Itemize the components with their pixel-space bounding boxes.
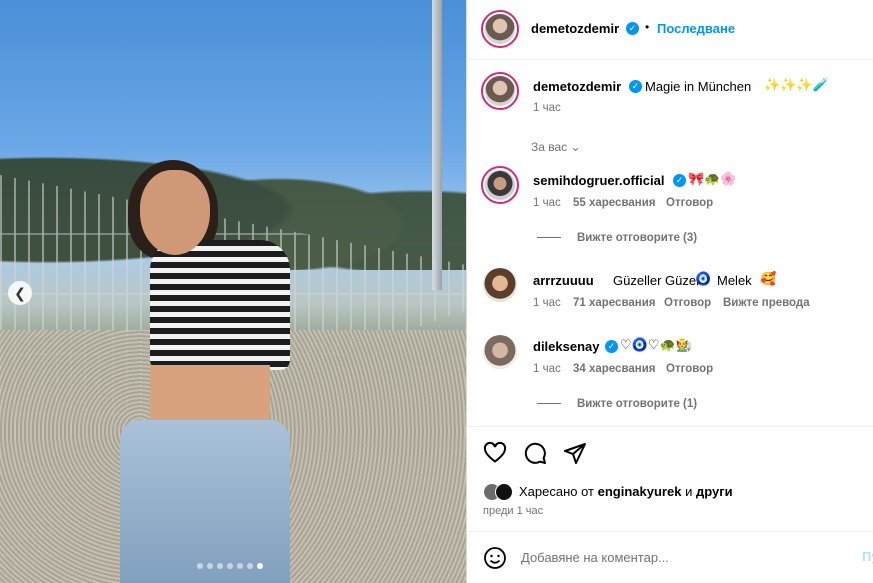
verified-badge-icon: ✓ xyxy=(673,174,686,187)
post-comment-button[interactable]: Пу xyxy=(862,549,873,564)
follow-button[interactable]: Последване xyxy=(657,21,735,36)
jeans xyxy=(120,420,290,583)
post-header: demetozdemir ✓ • Последване xyxy=(467,0,873,60)
comment-composer: Пу xyxy=(467,531,873,583)
comment-emoji: 🥰 xyxy=(760,272,777,287)
liker-avatar[interactable] xyxy=(495,483,513,501)
striped-top xyxy=(150,240,290,370)
light-pole xyxy=(432,0,442,290)
liked-by-others[interactable]: други xyxy=(696,484,733,499)
carousel-prev-button[interactable]: ❮ xyxy=(8,281,32,305)
comment-avatar[interactable] xyxy=(483,335,517,369)
comment-likes[interactable]: 34 харесвания xyxy=(573,363,655,375)
verified-badge-icon: ✓ xyxy=(605,340,618,353)
comment-input[interactable] xyxy=(521,546,841,568)
view-replies-label: Вижте отговорите (3) xyxy=(577,232,698,244)
carousel-dot xyxy=(237,563,243,569)
liked-by-prefix: Харесано от xyxy=(519,484,595,499)
verified-badge-icon: ✓ xyxy=(626,22,639,35)
author-username[interactable]: demetozdemir xyxy=(531,21,619,36)
comment-icon[interactable] xyxy=(523,441,547,465)
heart-icon[interactable] xyxy=(483,441,507,465)
comment-text: Güzeller Güzeli xyxy=(613,273,702,288)
chevron-down-icon: ⌄ xyxy=(570,140,581,154)
author-avatar[interactable] xyxy=(481,10,519,48)
verified-badge-icon: ✓ xyxy=(629,80,642,93)
carousel-indicator xyxy=(197,563,263,569)
separator-dot: • xyxy=(645,20,650,34)
comment-emoji: 🧿 xyxy=(695,272,712,287)
view-replies-label: Вижте отговорите (1) xyxy=(577,398,698,410)
comment-likes[interactable]: 71 харесвания xyxy=(573,297,655,309)
view-replies-button[interactable]: Вижте отговорите (3) xyxy=(537,232,697,244)
smiley-icon[interactable] xyxy=(483,546,507,570)
carousel-dot-active xyxy=(257,563,263,569)
comment-text: Melek xyxy=(717,273,752,288)
caption-username[interactable]: demetozdemir xyxy=(533,79,621,94)
person-head xyxy=(140,170,210,255)
liked-by-user[interactable]: enginakyurek xyxy=(598,484,682,499)
comments-filter[interactable]: За вас ⌄ xyxy=(531,140,581,154)
comment-reply-button[interactable]: Отговор xyxy=(664,297,711,309)
see-translation-button[interactable]: Вижте превода xyxy=(723,297,810,309)
carousel-dot xyxy=(247,563,253,569)
comment-likes[interactable]: 55 харесвания xyxy=(573,197,655,209)
comment-reply-button[interactable]: Отговор xyxy=(666,363,713,375)
liked-by-joiner: и xyxy=(685,484,693,499)
post-image[interactable]: ❮ xyxy=(0,0,466,583)
caption-emoji: ✨✨✨🧪 xyxy=(764,78,829,93)
comment-username[interactable]: arrrzuuuu xyxy=(533,273,594,288)
view-replies-button[interactable]: Вижте отговорите (1) xyxy=(537,398,697,410)
carousel-dot xyxy=(217,563,223,569)
comment-avatar[interactable] xyxy=(483,268,517,302)
liked-by: Харесано от enginakyurek и други xyxy=(519,484,733,499)
comment-reply-button[interactable]: Отговор xyxy=(666,197,713,209)
carousel-dot xyxy=(207,563,213,569)
post-timestamp[interactable]: преди 1 час xyxy=(483,505,543,517)
post-actions: Харесано от enginakyurek и други преди 1… xyxy=(467,426,873,531)
caption-text: Magie in München xyxy=(645,79,752,94)
comments-filter-label: За вас xyxy=(531,140,568,154)
comment-time[interactable]: 1 час xyxy=(533,197,561,209)
comment-emoji: ♡🧿♡🐢🧑‍🌾 xyxy=(620,338,692,353)
share-icon[interactable] xyxy=(563,441,587,465)
comment-time[interactable]: 1 час xyxy=(533,363,561,375)
caption-time[interactable]: 1 час xyxy=(533,102,561,114)
comment-emoji: 🎀🐢🌸 xyxy=(688,172,737,187)
caption-author-avatar[interactable] xyxy=(481,72,519,110)
post-side-panel: demetozdemir ✓ • Последване demetozdemir… xyxy=(466,0,873,583)
comment-username[interactable]: dileksenay xyxy=(533,339,600,354)
comment-username[interactable]: semihdogruer.official xyxy=(533,173,664,188)
carousel-dot xyxy=(197,563,203,569)
carousel-dot xyxy=(227,563,233,569)
comment-avatar[interactable] xyxy=(481,166,519,204)
comment-time[interactable]: 1 час xyxy=(533,297,561,309)
chevron-left-icon: ❮ xyxy=(14,284,26,301)
